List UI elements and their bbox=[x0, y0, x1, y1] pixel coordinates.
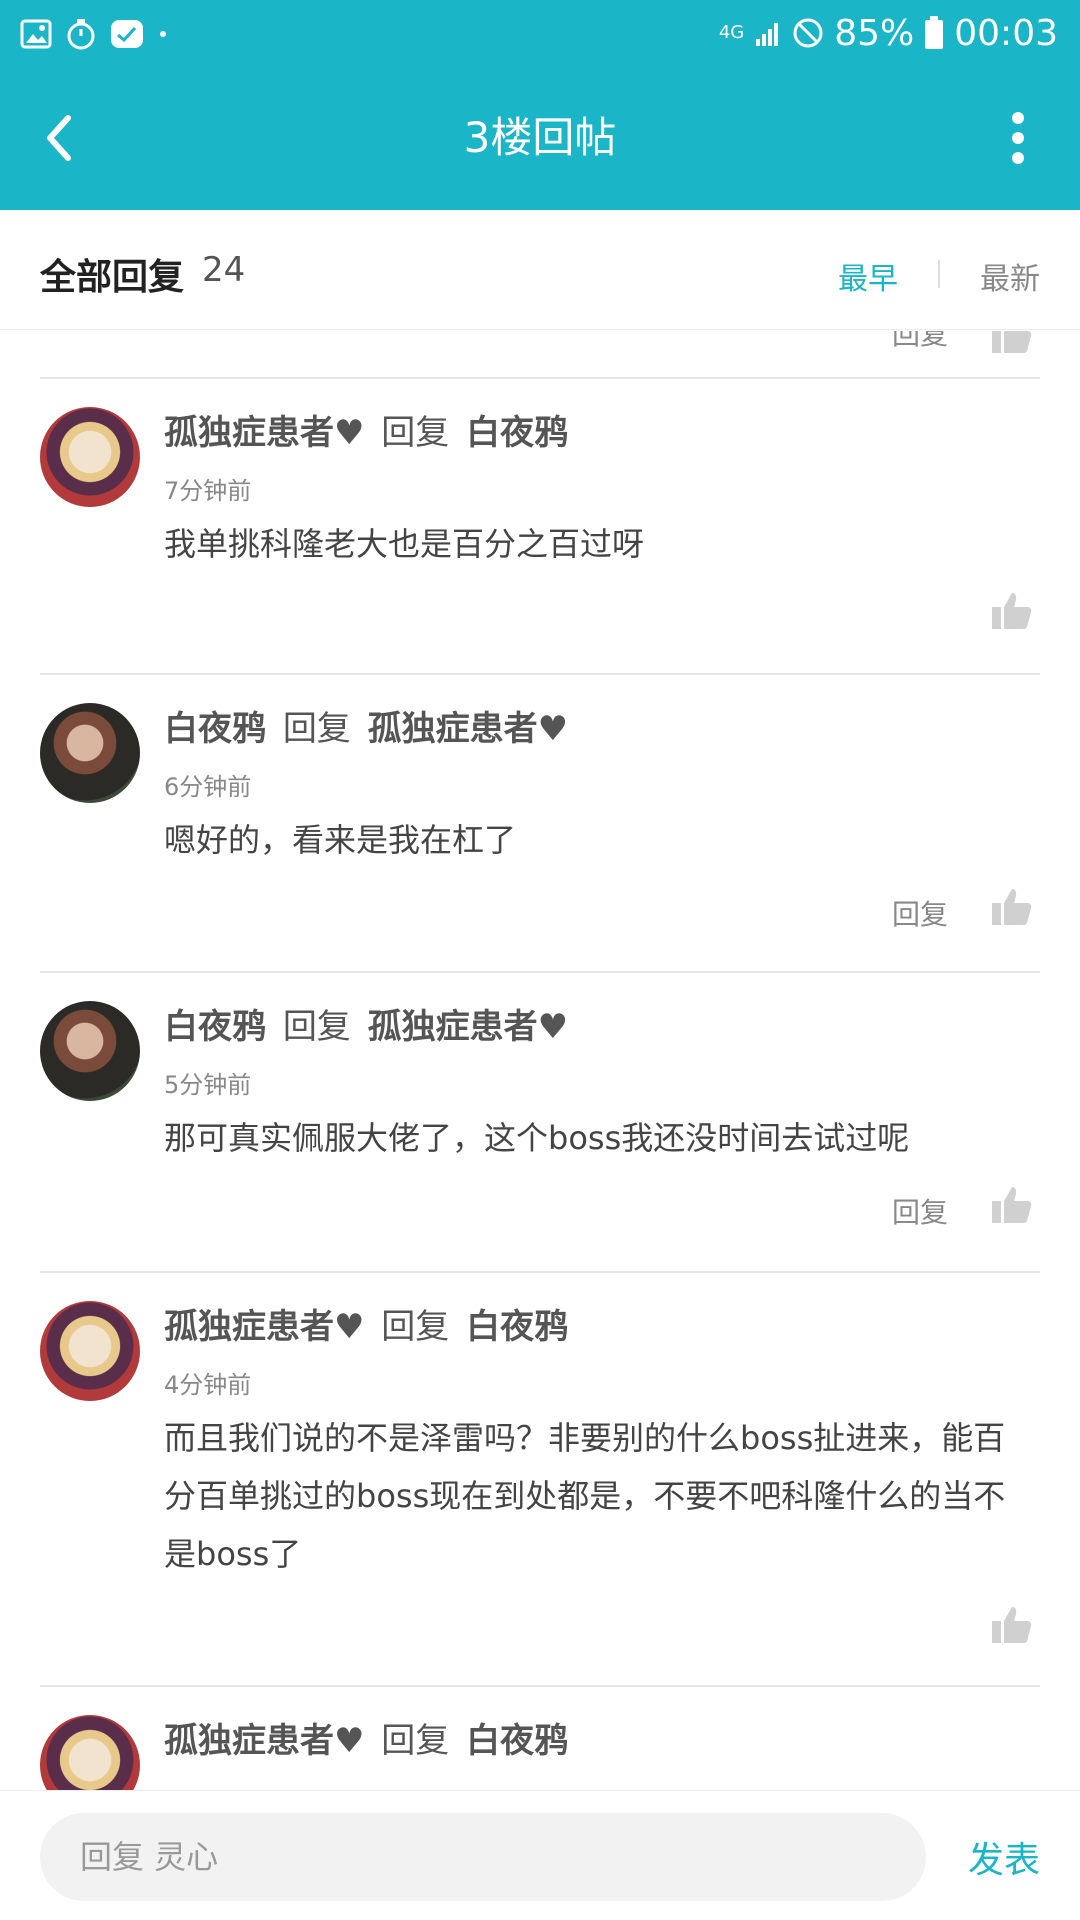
network-type: 4G bbox=[718, 22, 745, 43]
list-item: 孤独症患者♥ 回复 白夜鸦 7分钟前 我单挑科隆老大也是百分之百过呀 bbox=[0, 379, 1080, 673]
dot-icon bbox=[160, 31, 166, 37]
reply-time: 7分钟前 bbox=[164, 477, 252, 505]
reply-text: 那可真实佩服大佬了，这个boss我还没时间去试过呢 bbox=[164, 1119, 910, 1157]
reply-header: 白夜鸦 回复 孤独症患者♥ bbox=[164, 1005, 568, 1049]
author-name[interactable]: 孤独症患者♥ bbox=[164, 1307, 364, 1347]
reply-time: 5分钟前 bbox=[164, 1071, 252, 1099]
send-button[interactable]: 发表 bbox=[968, 1831, 1040, 1883]
reply-verb: 回复 bbox=[381, 1307, 450, 1347]
more-vertical-icon[interactable] bbox=[1010, 110, 1026, 166]
thumbs-up-icon[interactable] bbox=[990, 1185, 1034, 1225]
sort-divider bbox=[938, 260, 940, 288]
reply-composer: 回复 灵心 发表 bbox=[0, 1790, 1080, 1920]
reply-verb: 回复 bbox=[282, 1007, 351, 1047]
author-name[interactable]: 孤独症患者♥ bbox=[164, 413, 364, 453]
status-notifications bbox=[20, 14, 168, 54]
signal-icon bbox=[756, 23, 779, 46]
partial-reply-actions: 回复 bbox=[0, 331, 1080, 377]
app-bar: 3楼回帖 bbox=[0, 66, 1080, 210]
reply-verb: 回复 bbox=[381, 1721, 450, 1761]
author-name[interactable]: 孤独症患者♥ bbox=[164, 1721, 364, 1761]
thumbs-up-icon[interactable] bbox=[990, 887, 1034, 927]
thumbs-up-icon[interactable] bbox=[990, 1605, 1034, 1645]
battery-icon bbox=[925, 16, 944, 49]
app-notification-icon bbox=[111, 20, 143, 48]
do-not-disturb-icon bbox=[793, 18, 823, 48]
reply-list[interactable]: 回复 孤独症患者♥ 回复 白夜鸦 7分钟前 我单挑科隆老大也是百分之百过呀 白夜… bbox=[0, 331, 1080, 1790]
reply-text: 而且我们说的不是泽雷吗？非要别的什么boss扯进来，能百分百单挑过的boss现在… bbox=[164, 1419, 1006, 1573]
all-replies-label: 全部回复 bbox=[40, 257, 185, 298]
sort-earliest-tab[interactable]: 最早 bbox=[838, 254, 898, 298]
status-indicators: 4G 85% 00:03 bbox=[719, 10, 1058, 56]
author-name[interactable]: 白夜鸦 bbox=[164, 709, 266, 749]
reply-target[interactable]: 白夜鸦 bbox=[466, 1307, 568, 1347]
reply-text: 嗯好的，看来是我在杠了 bbox=[164, 821, 517, 859]
thumbs-up-icon[interactable] bbox=[990, 331, 1034, 355]
reply-time: 6分钟前 bbox=[164, 773, 252, 801]
list-item: 孤独症患者♥ 回复 白夜鸦 4分钟前 而且我们说的不是泽雷吗？非要别的什么bos… bbox=[0, 1273, 1080, 1685]
reply-target[interactable]: 孤独症患者♥ bbox=[368, 1007, 568, 1047]
reply-link[interactable]: 回复 bbox=[892, 1191, 948, 1231]
list-item: 白夜鸦 回复 孤独症患者♥ 5分钟前 那可真实佩服大佬了，这个boss我还没时间… bbox=[0, 973, 1080, 1271]
reply-link[interactable]: 回复 bbox=[892, 331, 948, 353]
reply-target[interactable]: 白夜鸦 bbox=[466, 413, 568, 453]
avatar[interactable] bbox=[40, 703, 140, 803]
reply-target[interactable]: 孤独症患者♥ bbox=[368, 709, 568, 749]
reply-count: 24 bbox=[202, 250, 246, 290]
reply-text: 我单挑科隆老大也是百分之百过呀 bbox=[164, 525, 645, 563]
author-name[interactable]: 白夜鸦 bbox=[164, 1007, 266, 1047]
reply-verb: 回复 bbox=[282, 709, 351, 749]
list-item: 孤独症患者♥ 回复 白夜鸦 bbox=[0, 1687, 1080, 1790]
page-title: 3楼回帖 bbox=[463, 113, 617, 162]
timer-icon bbox=[67, 19, 95, 50]
avatar[interactable] bbox=[40, 1301, 140, 1401]
reply-header: 孤独症患者♥ 回复 白夜鸦 bbox=[164, 1719, 568, 1763]
reply-target[interactable]: 白夜鸦 bbox=[466, 1721, 568, 1761]
thumbs-up-icon[interactable] bbox=[990, 591, 1034, 631]
avatar[interactable] bbox=[40, 1715, 140, 1790]
reply-header: 孤独症患者♥ 回复 白夜鸦 bbox=[164, 411, 568, 455]
sort-newest-tab[interactable]: 最新 bbox=[980, 254, 1040, 298]
clock: 00:03 bbox=[954, 12, 1058, 54]
reply-verb: 回复 bbox=[381, 413, 450, 453]
avatar[interactable] bbox=[40, 1001, 140, 1101]
reply-input[interactable]: 回复 灵心 bbox=[40, 1813, 926, 1901]
status-bar: 4G 85% 00:03 bbox=[0, 0, 1080, 66]
battery-percent: 85% bbox=[834, 12, 915, 54]
reply-header: 孤独症患者♥ 回复 白夜鸦 bbox=[164, 1305, 568, 1349]
reply-header: 白夜鸦 回复 孤独症患者♥ bbox=[164, 707, 568, 751]
gallery-icon bbox=[20, 19, 52, 49]
reply-time: 4分钟前 bbox=[164, 1371, 252, 1399]
list-item: 白夜鸦 回复 孤独症患者♥ 6分钟前 嗯好的，看来是我在杠了 回复 bbox=[0, 675, 1080, 971]
replies-header: 全部回复 24 最早 最新 bbox=[0, 210, 1080, 330]
reply-link[interactable]: 回复 bbox=[892, 893, 948, 933]
avatar[interactable] bbox=[40, 407, 140, 507]
